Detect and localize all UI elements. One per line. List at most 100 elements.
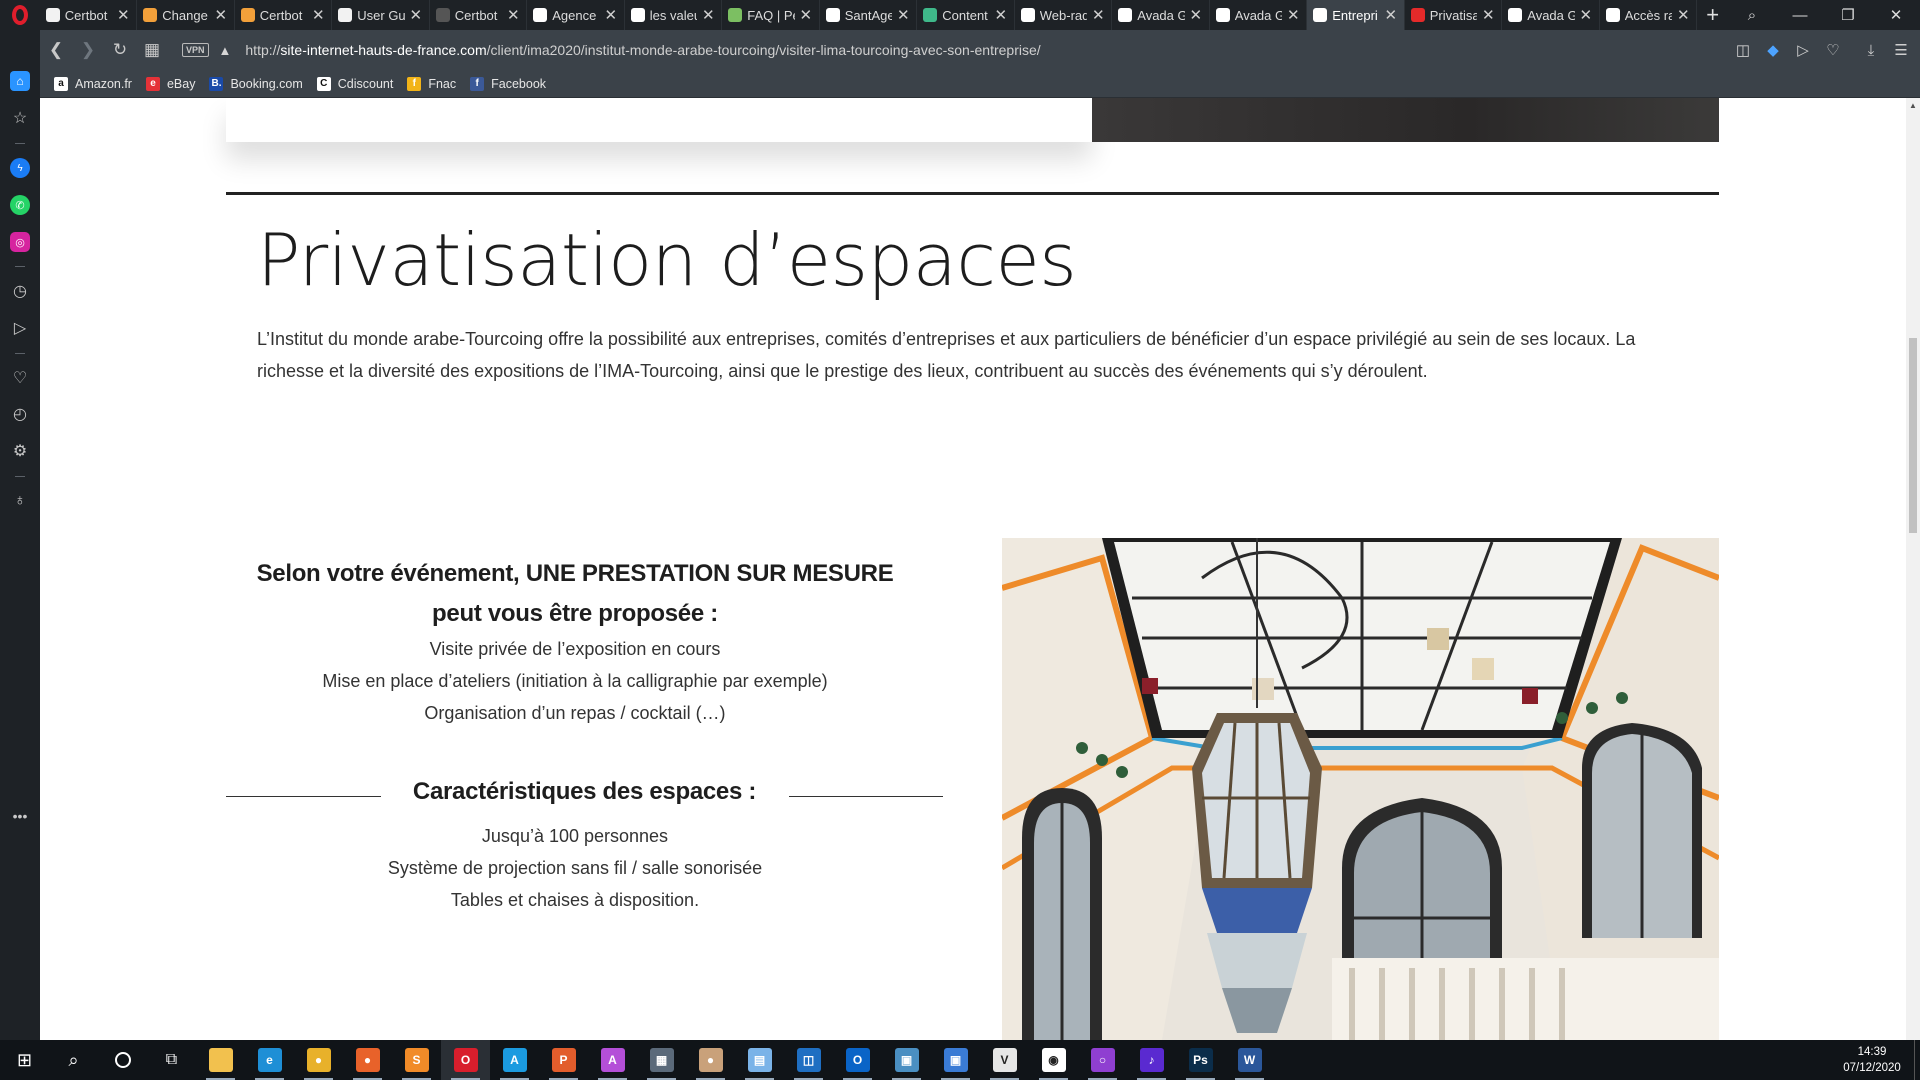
browser-tab[interactable]: Certbot ✕ <box>430 0 528 30</box>
scroll-up-arrow-icon[interactable]: ▲ <box>1906 98 1920 114</box>
browser-tab[interactable]: Avada G ✕ <box>1210 0 1308 30</box>
close-tab-icon[interactable]: ✕ <box>799 6 813 24</box>
speed-dial-icon[interactable]: ⌂ <box>10 71 30 91</box>
close-tab-icon[interactable]: ✕ <box>1384 6 1398 24</box>
bookmark-item[interactable]: f Facebook <box>470 76 546 91</box>
close-tab-icon[interactable]: ✕ <box>506 6 520 24</box>
instagram-icon[interactable]: ◎ <box>10 232 30 252</box>
taskbar-app[interactable]: Ps <box>1176 1040 1225 1080</box>
browser-tab[interactable]: Change ✕ <box>137 0 235 30</box>
taskbar-app[interactable]: O <box>833 1040 882 1080</box>
browser-tab[interactable]: Certbot ✕ <box>40 0 138 30</box>
browser-tab[interactable]: Avada G ✕ <box>1502 0 1600 30</box>
back-icon[interactable]: ❮ <box>40 40 72 60</box>
close-tab-icon[interactable]: ✕ <box>994 6 1008 24</box>
taskbar-app[interactable]: ○ <box>1078 1040 1127 1080</box>
taskbar-app[interactable]: V <box>980 1040 1029 1080</box>
tabs-grid-icon[interactable]: ▦ <box>136 40 168 60</box>
close-tab-icon[interactable]: ✕ <box>311 6 325 24</box>
browser-tab[interactable]: FAQ | Pe ✕ <box>722 0 820 30</box>
not-secure-warning-icon[interactable]: ▲ <box>219 43 232 58</box>
page-scrollbar[interactable]: ▲ <box>1906 98 1920 1040</box>
restore-icon[interactable]: ❐ <box>1824 6 1872 24</box>
forward-icon[interactable]: ❯ <box>72 40 104 60</box>
browser-tab[interactable]: Avada G ✕ <box>1112 0 1210 30</box>
bookmark-item[interactable]: a Amazon.fr <box>54 76 132 91</box>
easy-setup-icon[interactable]: ☰ <box>1892 41 1910 59</box>
taskbar-app[interactable] <box>196 1040 245 1080</box>
browser-tab[interactable]: Accès ra ✕ <box>1600 0 1698 30</box>
browser-tab[interactable]: Privatisa ✕ <box>1405 0 1503 30</box>
player-icon[interactable]: ◷ <box>10 281 30 301</box>
taskbar-app[interactable]: S <box>392 1040 441 1080</box>
reload-icon[interactable]: ↻ <box>104 40 136 60</box>
close-tab-icon[interactable]: ✕ <box>1676 6 1690 24</box>
tab-search-icon[interactable]: ⌕ <box>1728 7 1776 24</box>
opera-menu-icon[interactable] <box>0 0 40 30</box>
messenger-icon[interactable]: ϟ <box>10 158 30 178</box>
browser-tab[interactable]: Entrepri ✕ <box>1307 0 1405 30</box>
taskbar-app[interactable]: ♪ <box>1127 1040 1176 1080</box>
taskbar-app[interactable]: W <box>1225 1040 1274 1080</box>
cortana-circle-icon[interactable] <box>98 1040 147 1080</box>
new-tab-plus-icon[interactable]: + <box>1697 0 1728 30</box>
taskbar-app[interactable]: e <box>245 1040 294 1080</box>
system-clock[interactable]: 14:39 07/12/2020 <box>1830 1044 1914 1076</box>
adblock-shield-icon[interactable]: ◆ <box>1764 41 1782 59</box>
taskbar-app[interactable]: ● <box>343 1040 392 1080</box>
show-desktop-button[interactable] <box>1914 1040 1920 1080</box>
taskbar-app[interactable]: ● <box>294 1040 343 1080</box>
more-icon[interactable]: ••• <box>10 806 30 826</box>
url-field[interactable]: http://site-internet-hauts-de-france.com… <box>245 42 1040 58</box>
bookmark-item[interactable]: f Fnac <box>407 76 456 91</box>
search-icon[interactable]: ⌕ <box>49 1040 98 1080</box>
task-view-icon[interactable]: ⧉ <box>147 1040 196 1080</box>
browser-tab[interactable]: Agence ✕ <box>527 0 625 30</box>
history-icon[interactable]: ◴ <box>10 404 30 424</box>
browser-tab[interactable]: SantAge ✕ <box>820 0 918 30</box>
close-tab-icon[interactable]: ✕ <box>1286 6 1300 24</box>
taskbar-app[interactable]: ◫ <box>784 1040 833 1080</box>
heart-icon[interactable]: ♡ <box>10 368 30 388</box>
taskbar-app[interactable]: A <box>588 1040 637 1080</box>
bookmark-item[interactable]: C Cdiscount <box>316 76 393 91</box>
tips-bulb-icon[interactable]: ♁ <box>10 491 30 511</box>
close-tab-icon[interactable]: ✕ <box>1091 6 1105 24</box>
close-tab-icon[interactable]: ✕ <box>1189 6 1203 24</box>
browser-tab[interactable]: Web-rad ✕ <box>1015 0 1113 30</box>
taskbar-app[interactable]: ▣ <box>931 1040 980 1080</box>
close-tab-icon[interactable]: ✕ <box>604 6 618 24</box>
close-tab-icon[interactable]: ✕ <box>116 6 130 24</box>
close-tab-icon[interactable]: ✕ <box>896 6 910 24</box>
bookmark-heart-icon[interactable]: ♡ <box>1824 41 1842 59</box>
send-to-flow-icon[interactable]: ▷ <box>1794 41 1812 59</box>
close-tab-icon[interactable]: ✕ <box>214 6 228 24</box>
minimize-icon[interactable]: — <box>1776 7 1824 24</box>
bookmark-item[interactable]: B. Booking.com <box>209 76 303 91</box>
vpn-badge[interactable]: VPN <box>182 43 209 57</box>
close-tab-icon[interactable]: ✕ <box>1481 6 1495 24</box>
browser-tab[interactable]: User Gu ✕ <box>332 0 430 30</box>
taskbar-app[interactable]: P <box>539 1040 588 1080</box>
browser-tab[interactable]: Certbot ✕ <box>235 0 333 30</box>
taskbar-app[interactable]: ◉ <box>1029 1040 1078 1080</box>
download-icon[interactable]: ⤓ <box>1862 42 1880 59</box>
bookmark-item[interactable]: e eBay <box>145 76 195 91</box>
taskbar-app[interactable]: ● <box>686 1040 735 1080</box>
close-tab-icon[interactable]: ✕ <box>1579 6 1593 24</box>
settings-icon[interactable]: ⚙ <box>10 441 30 461</box>
close-tab-icon[interactable]: ✕ <box>701 6 715 24</box>
whatsapp-icon[interactable]: ✆ <box>10 195 30 215</box>
taskbar-app[interactable]: ▤ <box>735 1040 784 1080</box>
taskbar-app[interactable]: O <box>441 1040 490 1080</box>
send-icon[interactable]: ▷ <box>10 318 30 338</box>
taskbar-app[interactable]: A <box>490 1040 539 1080</box>
taskbar-app[interactable]: ▦ <box>637 1040 686 1080</box>
close-tab-icon[interactable]: ✕ <box>409 6 423 24</box>
windows-start-icon[interactable]: ⊞ <box>0 1040 49 1080</box>
taskbar-app[interactable]: ▣ <box>882 1040 931 1080</box>
close-window-icon[interactable]: ✕ <box>1872 6 1920 24</box>
flow-icon[interactable]: ☆ <box>10 108 30 128</box>
scrollbar-thumb[interactable] <box>1909 338 1917 533</box>
browser-tab[interactable]: les valeu ✕ <box>625 0 723 30</box>
